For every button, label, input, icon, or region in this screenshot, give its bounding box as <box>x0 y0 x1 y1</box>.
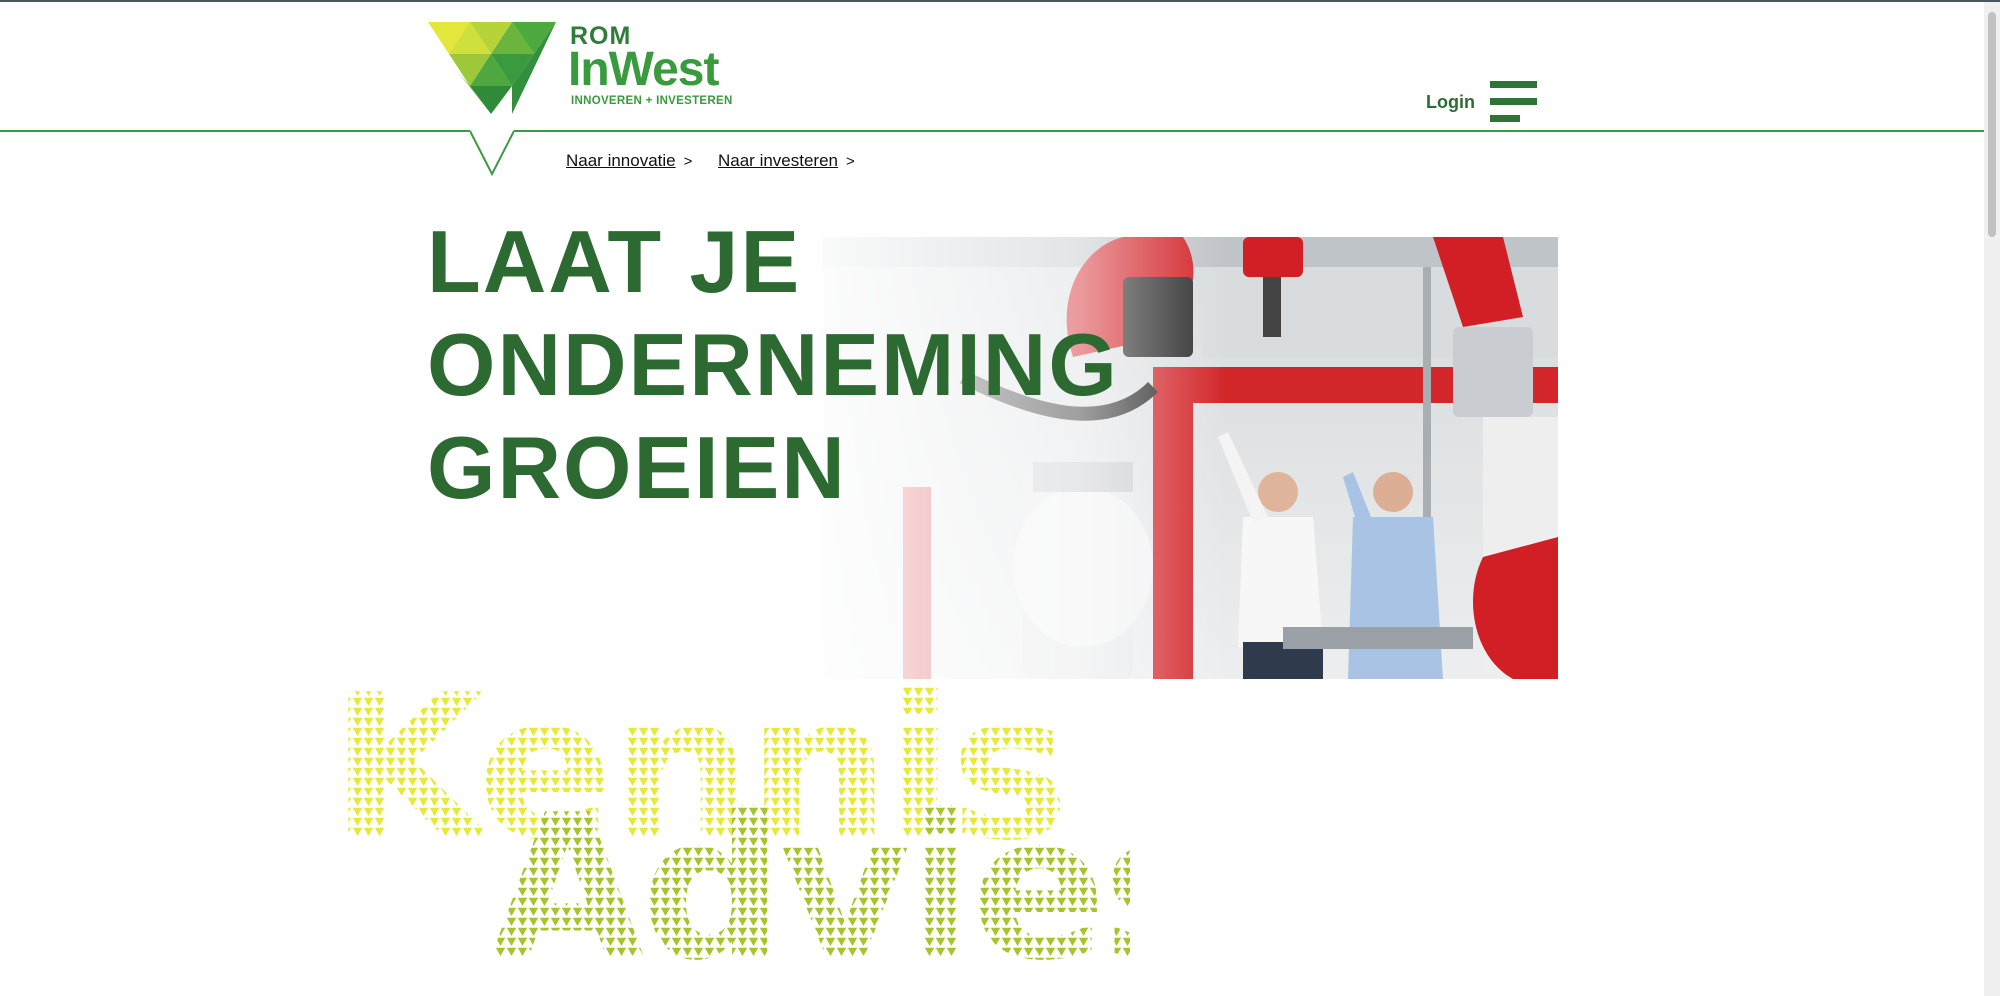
scrollbar-thumb[interactable] <box>1988 12 1996 237</box>
menu-bar <box>1490 81 1537 88</box>
chevron-right-icon: > <box>683 153 693 170</box>
page: ROM InWest INNOVEREN + INVESTEREN Login … <box>0 2 1984 996</box>
kennis-advies-art: Kennis Advies <box>330 667 1130 967</box>
hero-title: LAAT JE ONDERNEMING GROEIEN <box>427 210 1119 519</box>
nav-link-innovatie[interactable]: Naar innovatie > <box>566 151 692 171</box>
hamburger-icon[interactable] <box>1490 81 1537 123</box>
advies-word: Advies <box>490 772 1130 967</box>
chevron-right-icon: > <box>846 153 855 170</box>
menu-bar <box>1490 115 1520 122</box>
hero-title-line: LAAT JE <box>427 212 802 311</box>
nav-link-label: Naar innovatie <box>566 151 676 170</box>
menu-bar <box>1490 98 1537 105</box>
login-link[interactable]: Login <box>1426 92 1475 113</box>
logo-w-mark-icon <box>428 22 556 114</box>
header-divider <box>0 130 1984 132</box>
nav-link-label: Naar investeren <box>718 151 839 170</box>
logo-pointer-notch <box>470 130 514 176</box>
vertical-scrollbar[interactable] <box>1984 2 2000 996</box>
rom-inwest-logo[interactable]: ROM InWest INNOVEREN + INVESTEREN <box>428 22 738 122</box>
hero-title-line: ONDERNEMING <box>427 315 1119 414</box>
logo-inwest-text: InWest <box>568 43 719 96</box>
logo-tagline: INNOVEREN + INVESTEREN <box>571 95 733 107</box>
hero-title-line: GROEIEN <box>427 418 847 517</box>
nav-link-investeren[interactable]: Naar investeren > <box>718 151 855 171</box>
